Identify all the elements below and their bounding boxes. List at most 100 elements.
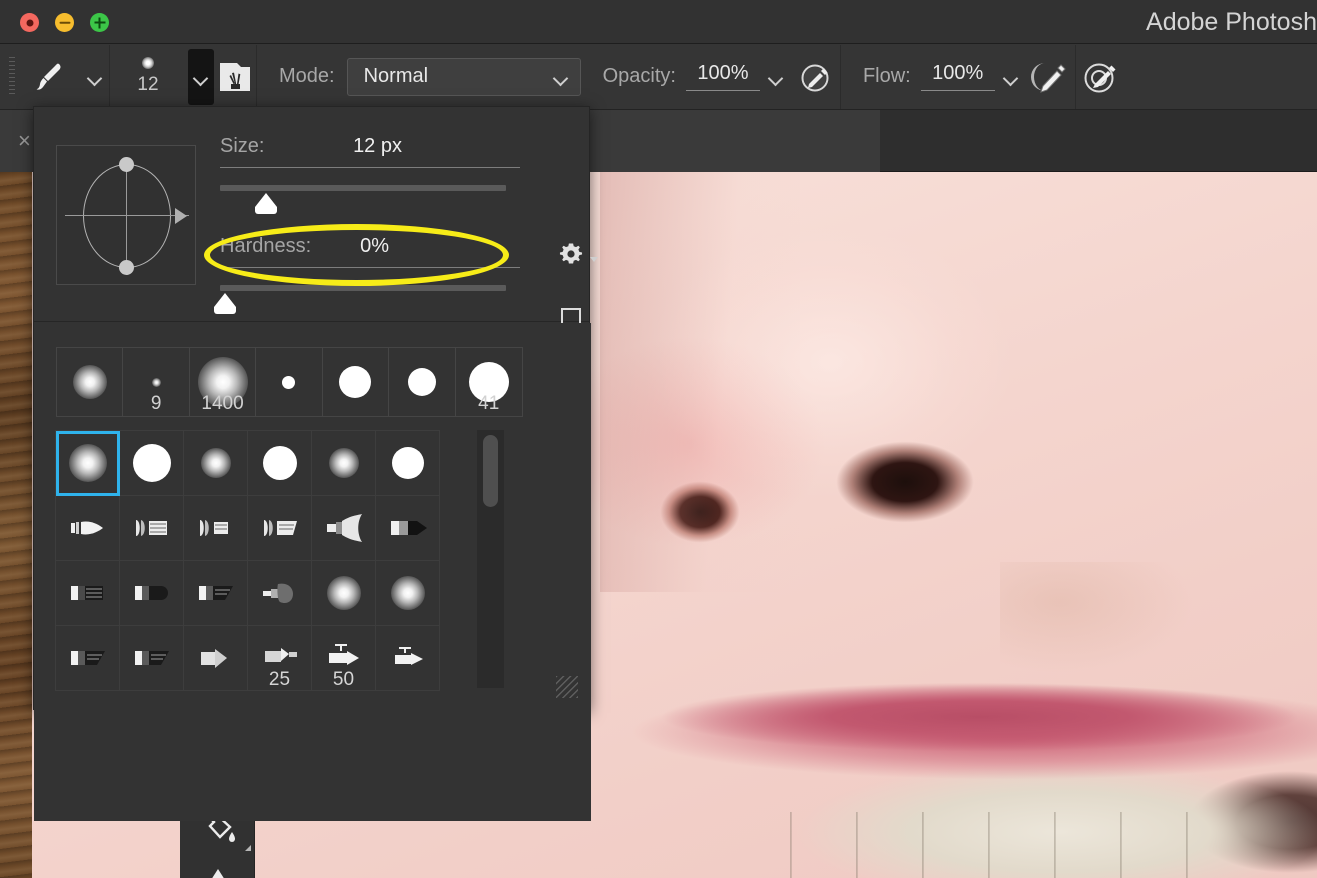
- brush-preset-cell[interactable]: [376, 431, 440, 496]
- divider: [840, 45, 841, 109]
- roundness-handle-bottom[interactable]: [119, 260, 134, 275]
- roundness-vertical-axis: [126, 164, 127, 268]
- brush-size-slider[interactable]: [220, 185, 506, 191]
- brush-preset-cell[interactable]: [376, 561, 440, 626]
- opacity-value: 100%: [686, 62, 760, 91]
- roundness-horizontal-axis: [65, 215, 189, 216]
- brush-tip-preview-icon: [142, 57, 154, 69]
- opacity-dropdown[interactable]: [760, 73, 792, 81]
- scrollbar-thumb[interactable]: [483, 435, 498, 507]
- preset-size-label: 25: [248, 669, 311, 691]
- brush-preset-cell[interactable]: [120, 561, 184, 626]
- brush-preset-cell[interactable]: [248, 431, 312, 496]
- recent-preset-cell[interactable]: [389, 348, 455, 416]
- brush-preset-cell[interactable]: [376, 496, 440, 561]
- minimize-button[interactable]: [55, 13, 74, 32]
- close-button[interactable]: [20, 13, 39, 32]
- brush-size-value-field[interactable]: 12 px: [353, 135, 402, 158]
- zoom-icon: [94, 17, 105, 28]
- tool-expand-indicator[interactable]: [245, 845, 251, 851]
- soft-round-brush-tip-icon: [152, 378, 161, 387]
- brush-grid-row: [56, 561, 440, 626]
- chevron-down-icon: [88, 73, 102, 81]
- brush-settings-panel-button[interactable]: [214, 45, 256, 109]
- brush-preset-cell[interactable]: [184, 431, 248, 496]
- recent-preset-cell[interactable]: 41: [456, 348, 522, 416]
- gear-icon: [556, 239, 586, 269]
- opacity-label: Opacity:: [603, 65, 676, 88]
- brush-preset-cell[interactable]: [56, 561, 120, 626]
- blur-tool-icon: [201, 865, 235, 878]
- angle-c-brush-tip-icon: [129, 638, 175, 678]
- brush-preset-cell[interactable]: [376, 626, 440, 691]
- chevron-down-icon: [194, 73, 208, 81]
- flat-point-brush-tip-icon: [385, 508, 431, 548]
- recent-preset-cell[interactable]: [57, 348, 123, 416]
- cheek-shadow: [1000, 562, 1317, 722]
- opacity-pressure-button[interactable]: [792, 45, 840, 109]
- brush-roundness-control[interactable]: [56, 145, 196, 285]
- brush-grid-row: [56, 496, 440, 561]
- recent-preset-cell[interactable]: [323, 348, 389, 416]
- brush-tool-button[interactable]: [15, 45, 81, 109]
- teeth-separations: [790, 812, 1210, 878]
- flow-dropdown[interactable]: [995, 73, 1027, 81]
- blend-mode-select[interactable]: Normal: [347, 58, 581, 96]
- brush-preset-cell[interactable]: [120, 626, 184, 691]
- fan-brush-tip-icon: [321, 508, 367, 548]
- smoothing-button[interactable]: [1076, 45, 1124, 109]
- airbrush-button[interactable]: [1027, 45, 1075, 109]
- brush-preset-grid: 2550: [55, 430, 440, 691]
- brush-grid-scrollbar[interactable]: [477, 430, 504, 688]
- brush-preset-cell[interactable]: [248, 496, 312, 561]
- brush-size-slider-thumb[interactable]: [255, 193, 277, 207]
- recent-preset-cell[interactable]: [256, 348, 322, 416]
- brush-hardness-slider-thumb[interactable]: [214, 293, 236, 307]
- opacity-field[interactable]: 100%: [686, 62, 792, 91]
- brush-preset-picker-button[interactable]: 12: [110, 45, 186, 109]
- brush-preset-cell-selected[interactable]: [56, 431, 120, 496]
- bristle-c-brush-tip-icon: [193, 508, 239, 548]
- brush-hardness-slider[interactable]: [220, 285, 506, 291]
- tab-close-icon[interactable]: ×: [18, 130, 31, 152]
- soft-round-brush-tip-icon: [201, 448, 231, 478]
- hard-round-brush-tip-icon: [392, 447, 424, 479]
- brush-preset-cell[interactable]: [312, 496, 376, 561]
- brush-preset-cell[interactable]: [56, 496, 120, 561]
- bristle-a-brush-tip-icon: [65, 508, 111, 548]
- recent-preset-cell[interactable]: 1400: [190, 348, 256, 416]
- brush-preset-cell[interactable]: [184, 626, 248, 691]
- brush-preset-cell[interactable]: [120, 496, 184, 561]
- brush-preset-cell[interactable]: [56, 626, 120, 691]
- brush-hardness-value-field[interactable]: 0%: [360, 235, 389, 258]
- panel-resize-grip[interactable]: [556, 676, 578, 698]
- brush-preset-cell[interactable]: [312, 431, 376, 496]
- brush-preset-cell[interactable]: [120, 431, 184, 496]
- angle-a-brush-tip-icon: [193, 573, 239, 613]
- brush-preset-cell[interactable]: 50: [312, 626, 376, 691]
- brush-preset-cell[interactable]: [184, 561, 248, 626]
- blur-tool-button[interactable]: [180, 856, 255, 878]
- brush-preset-cell[interactable]: [248, 561, 312, 626]
- flat-b-brush-tip-icon: [129, 573, 175, 613]
- bristle-d-brush-tip-icon: [257, 508, 303, 548]
- flow-field[interactable]: 100%: [921, 62, 1027, 91]
- roundness-handle-top[interactable]: [119, 157, 134, 172]
- brush-size-label: Size:: [220, 135, 264, 158]
- brush-preset-cell[interactable]: [184, 496, 248, 561]
- brush-hardness-row: Hardness: 0%: [220, 235, 520, 258]
- zoom-button[interactable]: [90, 13, 109, 32]
- recent-preset-cell[interactable]: 9: [123, 348, 189, 416]
- brush-preset-cell[interactable]: [312, 561, 376, 626]
- brush-panel-menu-button[interactable]: [556, 237, 602, 271]
- soft-round-brush-tip-icon: [69, 444, 107, 482]
- brush-panel-footer: [34, 793, 591, 821]
- brush-preset-cell[interactable]: 25: [248, 626, 312, 691]
- chevron-down-icon: [769, 73, 783, 81]
- chevron-down-icon: [590, 257, 598, 262]
- hair-strand: [0, 172, 32, 878]
- roundness-ring: [83, 164, 171, 268]
- brush-angle-arrow-icon[interactable]: [175, 208, 187, 224]
- brush-preset-dropdown[interactable]: [188, 49, 214, 105]
- tool-preset-dropdown[interactable]: [81, 73, 109, 81]
